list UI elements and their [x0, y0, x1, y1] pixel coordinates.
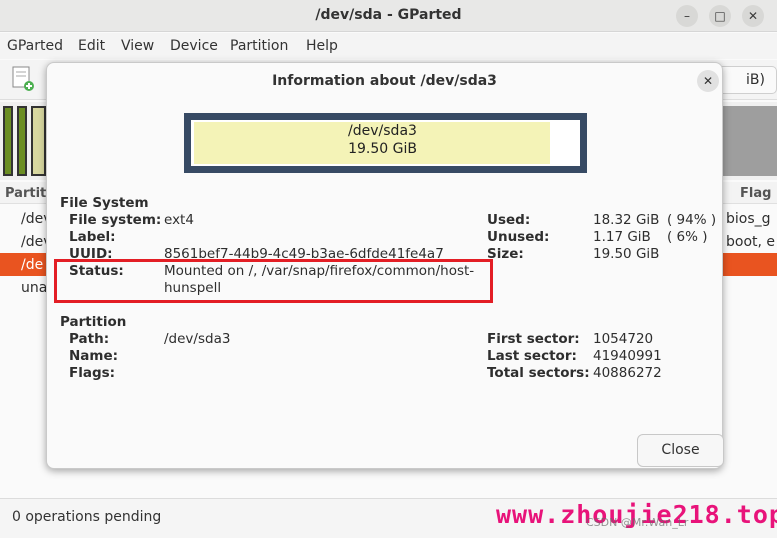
unused-label: Unused: — [487, 229, 550, 245]
path-value: /dev/sda3 — [164, 331, 231, 347]
path-label: Path: — [69, 331, 110, 347]
partition-graph: /dev/sda3 19.50 GiB — [184, 113, 587, 173]
column-flags[interactable]: Flag — [740, 186, 771, 201]
close-button[interactable]: Close — [637, 434, 724, 467]
size-value: 19.50 GiB — [593, 246, 660, 262]
status-highlight-box — [54, 259, 493, 303]
row-flags: boot, e — [726, 234, 776, 250]
partition-info-dialog: Information about /dev/sda3 ✕ /dev/sda3 … — [46, 62, 724, 469]
graph-partition-3[interactable] — [31, 106, 46, 176]
maximize-icon[interactable]: □ — [709, 5, 731, 27]
used-percent: ( 94% ) — [667, 212, 717, 228]
used-label: Used: — [487, 212, 531, 228]
row-partition: una — [21, 280, 48, 296]
unused-value: 1.17 GiB — [593, 229, 651, 245]
row-flags: bios_g — [726, 211, 771, 227]
new-partition-icon[interactable] — [12, 66, 34, 92]
menu-help[interactable]: Help — [306, 38, 338, 54]
flags-label: Flags: — [69, 365, 116, 381]
graph-partition-1[interactable] — [3, 106, 13, 176]
window-title: /dev/sda - GParted — [315, 7, 462, 23]
dialog-close-icon[interactable]: ✕ — [697, 70, 719, 92]
menu-gparted[interactable]: GParted — [7, 38, 63, 54]
menu-device[interactable]: Device — [170, 38, 218, 54]
csdn-watermark: CSDN @Mr.Wan_Lr — [586, 516, 689, 529]
total-sectors-value: 40886272 — [593, 365, 662, 381]
unused-percent: ( 6% ) — [667, 229, 708, 245]
first-sector-label: First sector: — [487, 331, 580, 347]
last-sector-value: 41940991 — [593, 348, 662, 364]
filesystem-value: ext4 — [164, 212, 194, 228]
device-selector-label: iB) — [746, 72, 765, 88]
menu-bar: GParted Edit View Device Partition Help — [0, 33, 777, 59]
filesystem-heading: File System — [60, 195, 149, 211]
title-bar: /dev/sda - GParted – □ ✕ — [0, 0, 777, 32]
partition-graph-name: /dev/sda3 — [348, 123, 417, 139]
menu-partition[interactable]: Partition — [230, 38, 288, 54]
menu-view[interactable]: View — [121, 38, 154, 54]
total-sectors-label: Total sectors: — [487, 365, 590, 381]
row-partition: /de — [21, 257, 44, 273]
partition-heading: Partition — [60, 314, 127, 330]
minimize-icon[interactable]: – — [676, 5, 698, 27]
used-value: 18.32 GiB — [593, 212, 660, 228]
size-label: Size: — [487, 246, 524, 262]
label-label: Label: — [69, 229, 116, 245]
partition-graph-size: 19.50 GiB — [348, 141, 417, 157]
last-sector-label: Last sector: — [487, 348, 577, 364]
first-sector-value: 1054720 — [593, 331, 654, 347]
column-partition[interactable]: Partit — [5, 186, 46, 201]
filesystem-label: File system: — [69, 212, 162, 228]
dialog-title: Information about /dev/sda3 — [272, 73, 497, 89]
menu-edit[interactable]: Edit — [78, 38, 105, 54]
graph-partition-2[interactable] — [17, 106, 27, 176]
name-label: Name: — [69, 348, 119, 364]
graph-unallocated[interactable] — [722, 106, 777, 176]
pending-operations: 0 operations pending — [12, 509, 162, 525]
close-icon[interactable]: ✕ — [742, 5, 764, 27]
